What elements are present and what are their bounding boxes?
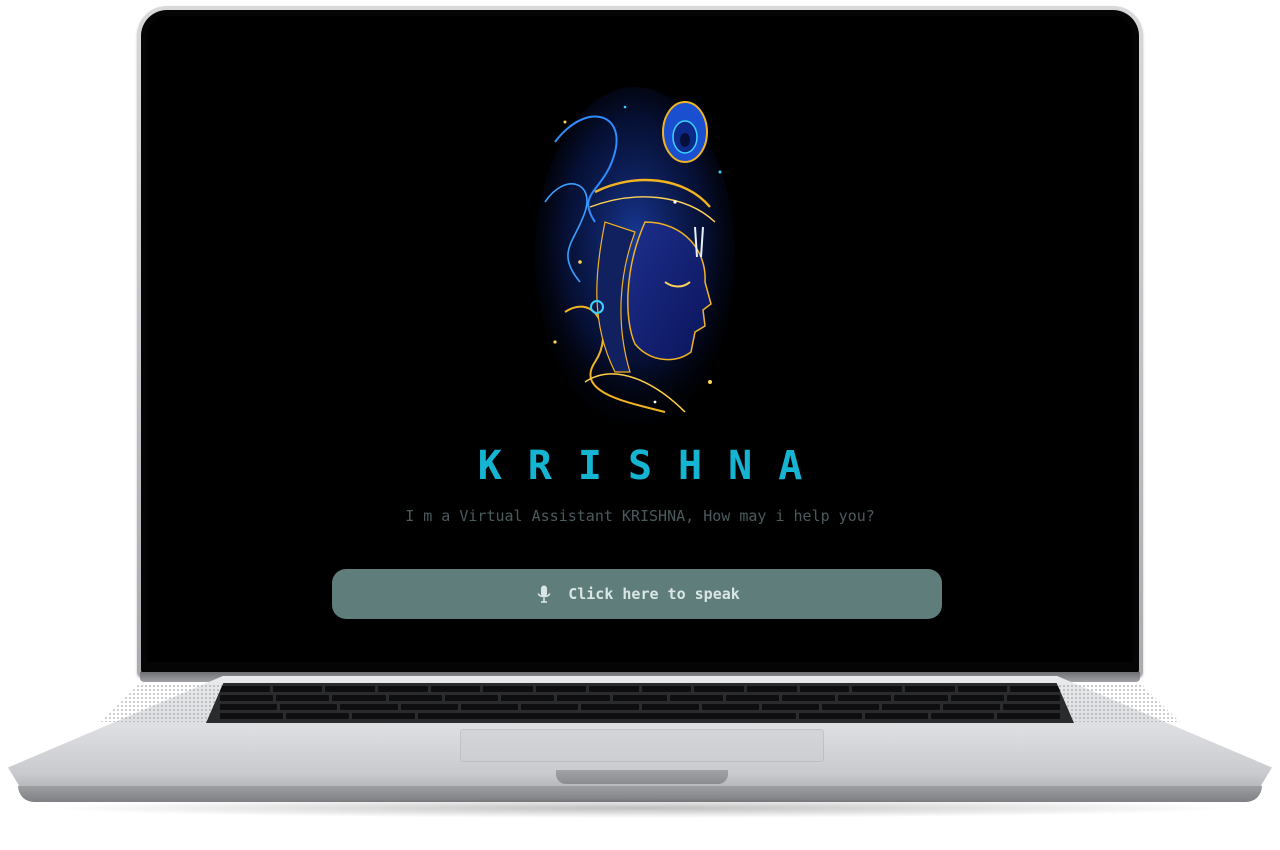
speak-button-label: Click here to speak: [568, 585, 740, 603]
microphone-icon: [534, 584, 554, 604]
app-subtitle: I m a Virtual Assistant KRISHNA, How may…: [405, 507, 875, 525]
speak-button[interactable]: Click here to speak: [332, 569, 942, 619]
laptop-lid: KRISHNA I m a Virtual Assistant KRISHNA,…: [137, 6, 1143, 678]
portrait-illustration: [535, 82, 735, 432]
lid-open-notch: [556, 770, 728, 784]
hero-artwork: [535, 82, 735, 432]
app-title: KRISHNA: [477, 443, 829, 489]
trackpad: [460, 729, 824, 762]
screen-bezel: KRISHNA I m a Virtual Assistant KRISHNA,…: [141, 10, 1139, 674]
laptop-shadow: [40, 798, 1240, 818]
key-row: [206, 704, 1074, 710]
keyboard: [206, 683, 1074, 723]
key-row: [206, 686, 1074, 692]
key-row: [206, 713, 1074, 719]
key-row: [206, 695, 1074, 701]
app-screen: KRISHNA I m a Virtual Assistant KRISHNA,…: [147, 16, 1133, 662]
laptop-mockup: KRISHNA I m a Virtual Assistant KRISHNA,…: [0, 0, 1280, 850]
